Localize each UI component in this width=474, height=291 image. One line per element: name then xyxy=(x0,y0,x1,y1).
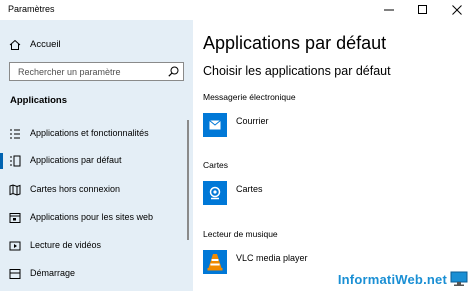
sidebar-home[interactable]: Accueil xyxy=(0,34,193,56)
apps-features-icon xyxy=(10,129,20,139)
sidebar-item-default-apps[interactable]: Applications par défaut xyxy=(0,150,193,172)
watermark-text: InformatiWeb.net xyxy=(337,271,447,287)
search-placeholder: Rechercher un paramètre xyxy=(18,67,121,77)
maps-app-name[interactable]: Cartes xyxy=(236,184,263,194)
minimize-icon xyxy=(384,9,394,11)
sidebar-item-offline-maps[interactable]: Cartes hors connexion xyxy=(0,179,193,201)
search-input[interactable]: Rechercher un paramètre xyxy=(9,62,184,81)
close-icon xyxy=(452,5,462,15)
category-maps-label: Cartes xyxy=(203,160,229,170)
sidebar-item-label: Applications pour les sites web xyxy=(30,212,154,222)
maximize-icon xyxy=(418,5,427,14)
sidebar-item-label: Cartes hors connexion xyxy=(30,184,121,194)
mail-app-tile[interactable] xyxy=(203,113,227,137)
sidebar-item-apps-websites[interactable]: Applications pour les sites web xyxy=(0,207,193,229)
minimize-button[interactable] xyxy=(372,0,406,20)
sidebar-item-label: Applications par défaut xyxy=(30,155,122,165)
video-playback-icon xyxy=(9,241,21,251)
category-email-label: Messagerie électronique xyxy=(203,92,296,102)
music-app-name[interactable]: VLC media player xyxy=(236,253,308,263)
vlc-icon xyxy=(207,254,223,271)
startup-icon xyxy=(9,269,21,279)
monitor-logo-icon xyxy=(450,271,468,286)
maps-app-tile[interactable] xyxy=(203,181,227,205)
sidebar-scrollbar[interactable] xyxy=(187,120,189,240)
maps-icon xyxy=(209,186,221,200)
offline-maps-icon xyxy=(9,184,21,196)
sidebar: Accueil Rechercher un paramètre Applicat… xyxy=(0,20,193,291)
home-label: Accueil xyxy=(30,39,61,50)
page-subtitle: Choisir les applications par défaut xyxy=(203,64,391,78)
apps-websites-icon xyxy=(9,213,21,223)
close-button[interactable] xyxy=(440,0,474,20)
section-title: Applications xyxy=(10,95,68,106)
page-title: Applications par défaut xyxy=(203,33,387,53)
sidebar-item-video-playback[interactable]: Lecture de vidéos xyxy=(0,235,193,257)
title-bar: Paramètres xyxy=(0,0,474,20)
default-apps-icon xyxy=(10,155,21,167)
window-title: Paramètres xyxy=(8,4,55,14)
category-music-label: Lecteur de musique xyxy=(203,229,278,239)
mail-icon xyxy=(209,120,221,130)
search-icon xyxy=(168,66,179,77)
music-app-tile[interactable] xyxy=(203,250,227,274)
sidebar-item-label: Applications et fonctionnalités xyxy=(30,128,149,138)
email-app-name[interactable]: Courrier xyxy=(236,116,269,126)
sidebar-item-label: Démarrage xyxy=(30,268,76,278)
sidebar-item-startup[interactable]: Démarrage xyxy=(0,263,193,285)
maximize-button[interactable] xyxy=(406,0,440,20)
selection-indicator xyxy=(0,153,3,169)
watermark: InformatiWeb.net xyxy=(338,271,468,287)
home-icon xyxy=(9,39,21,50)
sidebar-item-apps-features[interactable]: Applications et fonctionnalités xyxy=(0,123,193,145)
sidebar-item-label: Lecture de vidéos xyxy=(30,240,102,250)
